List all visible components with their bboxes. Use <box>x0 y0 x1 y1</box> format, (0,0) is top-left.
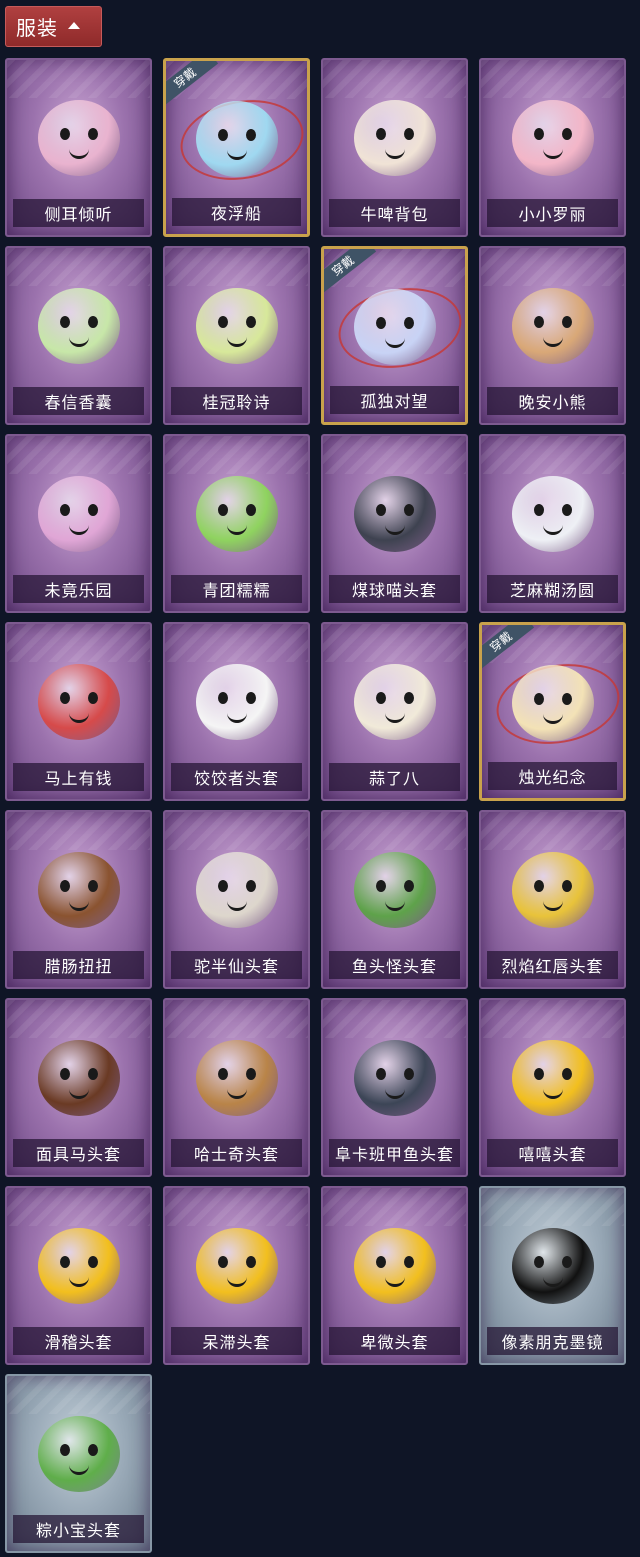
outfit-card[interactable]: 呆滞头套 <box>163 1186 310 1365</box>
outfit-name: 哈士奇头套 <box>171 1139 302 1167</box>
chevron-up-icon <box>68 22 80 29</box>
outfit-grid: 侧耳倾听 穿戴 夜浮船 牛啤背包 小小罗丽春信香囊 桂冠聆诗 穿戴 孤独对望 晚安小熊未竟乐园青… <box>5 58 635 1553</box>
outfit-card[interactable]: 哈士奇头套 <box>163 998 310 1177</box>
outfit-card[interactable]: 牛啤背包 <box>321 58 468 237</box>
jellyfish-icon <box>189 91 285 187</box>
outfit-name: 鱼头怪头套 <box>329 951 460 979</box>
outfit-card[interactable]: 晚安小熊 <box>479 246 626 425</box>
angel-charm-icon <box>347 279 443 375</box>
outfit-card[interactable]: 青团糯糯 <box>163 434 310 613</box>
outfit-card[interactable]: 卑微头套 <box>321 1186 468 1365</box>
outfit-card[interactable]: 桂冠聆诗 <box>163 246 310 425</box>
outfit-name: 小小罗丽 <box>487 199 618 227</box>
outfit-card[interactable]: 蒜了八 <box>321 622 468 801</box>
fish-head-icon <box>347 842 443 938</box>
outfit-card[interactable]: 嘻嘻头套 <box>479 998 626 1177</box>
outfit-section-toggle[interactable]: 服装 <box>5 6 102 47</box>
outfit-name: 桂冠聆诗 <box>171 387 302 415</box>
horse-mask-icon <box>31 1030 127 1126</box>
smirk-emoji-icon <box>31 1218 127 1314</box>
outfit-name: 嘻嘻头套 <box>487 1139 618 1167</box>
outfit-name: 马上有钱 <box>13 763 144 791</box>
outfit-name: 煤球喵头套 <box>329 575 460 603</box>
red-horse-icon <box>31 654 127 750</box>
section-title: 服装 <box>16 16 58 40</box>
garlic-icon <box>347 654 443 750</box>
outfit-name: 粽小宝头套 <box>13 1515 144 1543</box>
green-mochi-icon <box>189 466 285 562</box>
outfit-page: 服装 侧耳倾听 穿戴 夜浮船 牛啤背包 小小罗丽春信香囊 桂冠聆诗 穿戴 孤独对望 晚安小熊未竟… <box>0 0 640 1557</box>
outfit-card[interactable]: 春信香囊 <box>5 246 152 425</box>
shy-emoji-icon <box>347 1218 443 1314</box>
outfit-name: 晚安小熊 <box>487 387 618 415</box>
pixel-sunglasses-icon <box>505 1218 601 1314</box>
outfit-name: 夜浮船 <box>172 198 301 226</box>
outfit-name: 驼半仙头套 <box>171 951 302 979</box>
outfit-card[interactable]: 饺饺者头套 <box>163 622 310 801</box>
outfit-name: 滑稽头套 <box>13 1327 144 1355</box>
cow-barrel-icon <box>347 90 443 186</box>
outfit-card[interactable]: 穿戴 烛光纪念 <box>479 622 626 801</box>
outfit-name: 烈焰红唇头套 <box>487 951 618 979</box>
outfit-card[interactable]: 驼半仙头套 <box>163 810 310 989</box>
outfit-card[interactable]: 阜卡班甲鱼头套 <box>321 998 468 1177</box>
outfit-card[interactable]: 腊肠扭扭 <box>5 810 152 989</box>
outfit-name: 饺饺者头套 <box>171 763 302 791</box>
husky-icon <box>189 1030 285 1126</box>
girl-doll-icon <box>31 466 127 562</box>
outfit-card[interactable]: 粽小宝头套 <box>5 1374 152 1553</box>
outfit-name: 未竟乐园 <box>13 575 144 603</box>
doll-icon <box>505 90 601 186</box>
candle-icon <box>505 655 601 751</box>
outfit-name: 像素朋克墨镜 <box>487 1327 618 1355</box>
outfit-name: 芝麻糊汤圆 <box>487 575 618 603</box>
outfit-name: 腊肠扭扭 <box>13 951 144 979</box>
bear-charm-icon <box>505 278 601 374</box>
outfit-card[interactable]: 煤球喵头套 <box>321 434 468 613</box>
outfit-name: 卑微头套 <box>329 1327 460 1355</box>
outfit-name: 呆滞头套 <box>171 1327 302 1355</box>
cloud-dumpling-icon <box>189 654 285 750</box>
outfit-name: 蒜了八 <box>329 763 460 791</box>
outfit-card[interactable]: 烈焰红唇头套 <box>479 810 626 989</box>
yellow-mascot-icon <box>505 842 601 938</box>
outfit-card[interactable]: 芝麻糊汤圆 <box>479 434 626 613</box>
outfit-name: 牛啤背包 <box>329 199 460 227</box>
outfit-name: 春信香囊 <box>13 387 144 415</box>
dumpling-icon <box>505 466 601 562</box>
outfit-card[interactable]: 面具马头套 <box>5 998 152 1177</box>
fairy-charm-icon <box>189 278 285 374</box>
outfit-name: 孤独对望 <box>330 386 459 414</box>
zongzi-icon <box>31 1406 127 1502</box>
blank-emoji-icon <box>189 1218 285 1314</box>
sachet-icon <box>31 278 127 374</box>
outfit-card[interactable]: 滑稽头套 <box>5 1186 152 1365</box>
outfit-card[interactable]: 穿戴 孤独对望 <box>321 246 468 425</box>
fish-icon <box>347 1030 443 1126</box>
dachshund-icon <box>31 842 127 938</box>
flower-wreath-icon <box>31 90 127 186</box>
outfit-card[interactable]: 未竟乐园 <box>5 434 152 613</box>
outfit-name: 面具马头套 <box>13 1139 144 1167</box>
outfit-name: 烛光纪念 <box>488 762 617 790</box>
raccoon-icon <box>189 842 285 938</box>
outfit-name: 青团糯糯 <box>171 575 302 603</box>
black-cat-icon <box>347 466 443 562</box>
outfit-card[interactable]: 小小罗丽 <box>479 58 626 237</box>
outfit-card[interactable]: 像素朋克墨镜 <box>479 1186 626 1365</box>
outfit-card[interactable]: 鱼头怪头套 <box>321 810 468 989</box>
grin-emoji-icon <box>505 1030 601 1126</box>
outfit-name: 阜卡班甲鱼头套 <box>329 1139 460 1167</box>
outfit-card[interactable]: 穿戴 夜浮船 <box>163 58 310 237</box>
outfit-card[interactable]: 侧耳倾听 <box>5 58 152 237</box>
outfit-card[interactable]: 马上有钱 <box>5 622 152 801</box>
outfit-name: 侧耳倾听 <box>13 199 144 227</box>
